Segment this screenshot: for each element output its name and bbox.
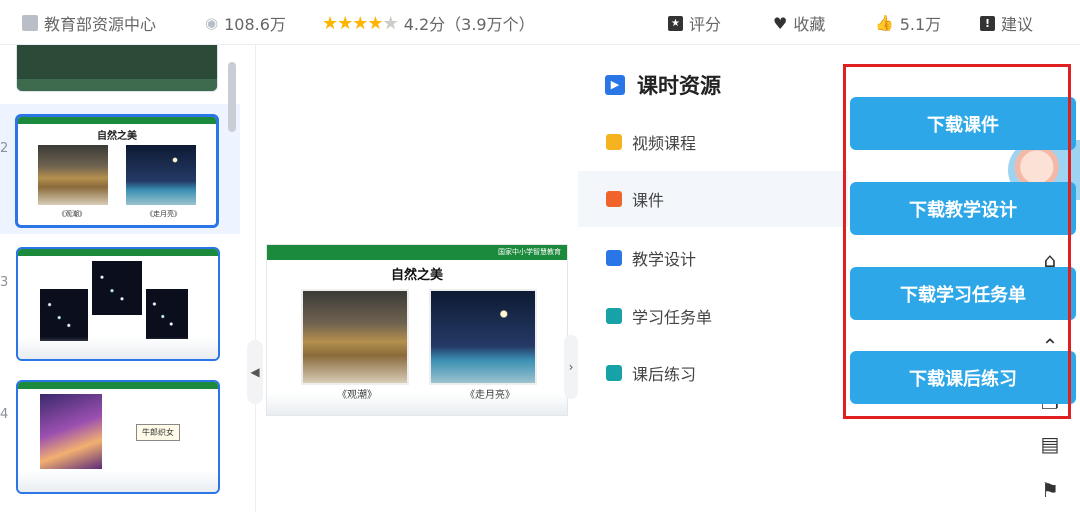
cowherd-weaver-image xyxy=(40,394,102,469)
tide-image xyxy=(301,289,409,385)
cloud-decoration xyxy=(18,470,218,492)
rating-text: 4.2分（3.9万个） xyxy=(403,15,535,34)
rate-label: 评分 xyxy=(689,15,722,34)
feedback-icon: ! xyxy=(980,15,995,31)
moon-walk-image xyxy=(429,289,537,385)
chevron-left-icon: ◀ xyxy=(250,365,260,379)
thumb-up-icon: 👍 xyxy=(875,14,894,32)
thumbnail-1[interactable] xyxy=(16,45,218,92)
document-icon[interactable]: ▤ xyxy=(1038,432,1062,456)
heart-icon: ♥ xyxy=(773,13,788,33)
thumbnail-3[interactable] xyxy=(16,247,220,361)
cloud-decoration xyxy=(267,393,567,415)
slide-header-bar xyxy=(18,117,216,124)
thumbnail-caption-2: 《走月亮》 xyxy=(146,210,181,218)
resource-item-label: 课后练习 xyxy=(632,365,697,384)
next-slide-button[interactable]: › xyxy=(564,335,578,399)
like-button[interactable]: 👍 5.1万 xyxy=(875,11,941,35)
galaxy-image xyxy=(40,289,88,341)
moon-walk-image xyxy=(126,145,196,205)
tools-icon xyxy=(606,250,622,266)
thumbnail-caption-1: 《观潮》 xyxy=(58,210,86,218)
building-icon xyxy=(22,15,38,31)
video-icon xyxy=(606,134,622,150)
thumbnail-title: 自然之美 xyxy=(97,131,137,142)
suggest-label: 建议 xyxy=(1001,15,1034,34)
source: 教育部资源中心 xyxy=(22,11,156,35)
slide-header-text: 国家中小学智慧教育 xyxy=(498,248,561,256)
star-half-icon: ★ xyxy=(382,12,399,34)
highlight-box xyxy=(843,64,1071,419)
thumbnail-list: 2 自然之美 《观潮》 《走月亮》 3 4 牛郎织女 xyxy=(0,45,240,512)
exercise-icon xyxy=(606,365,622,381)
star-icon: ★ xyxy=(352,12,368,34)
thumbnail-4[interactable]: 牛郎织女 xyxy=(16,380,220,494)
star-icon: ★ xyxy=(367,12,383,34)
slide-header-bar xyxy=(18,382,218,389)
clipboard-icon xyxy=(606,308,622,324)
chalkboard-image xyxy=(17,79,217,91)
resource-item-teaching-design[interactable]: 教学设计 xyxy=(578,230,848,286)
eye-icon: ◉ xyxy=(205,14,219,32)
source-label: 教育部资源中心 xyxy=(44,15,157,34)
resource-item-label: 课件 xyxy=(632,191,665,210)
divider xyxy=(255,45,256,512)
play-icon: ▶ xyxy=(605,75,625,95)
starfield-image xyxy=(92,261,142,315)
resource-item-task-sheet[interactable]: 学习任务单 xyxy=(578,288,848,344)
cloud-decoration xyxy=(18,337,218,359)
rating-stars: ★★★★★ xyxy=(322,12,399,34)
resource-title: 课时资源 xyxy=(637,74,721,98)
ppt-icon xyxy=(606,191,622,207)
thumbnail-number: 4 xyxy=(0,407,9,422)
thumbnail-number: 3 xyxy=(0,275,9,290)
resource-item-courseware[interactable]: 课件 xyxy=(578,171,848,227)
like-count: 5.1万 xyxy=(899,15,942,34)
views-count: 108.6万 xyxy=(224,15,286,34)
top-bar: 教育部资源中心 ◉ 108.6万 ★★★★★ 4.2分（3.9万个） ★ 评分 … xyxy=(0,0,1080,45)
prev-slide-button[interactable]: ◀ xyxy=(247,340,263,404)
resource-item-label: 学习任务单 xyxy=(632,308,713,327)
star-icon: ★ xyxy=(337,12,353,34)
feedback-icon[interactable]: ⚑ xyxy=(1038,478,1062,502)
thumbnail-number: 2 xyxy=(0,141,9,156)
rate-icon: ★ xyxy=(668,15,683,31)
resource-item-label: 视频课程 xyxy=(632,134,697,153)
resource-item-exercise[interactable]: 课后练习 xyxy=(578,345,848,401)
resource-header: ▶ 课时资源 xyxy=(605,70,721,100)
rating: ★★★★★ 4.2分（3.9万个） xyxy=(322,11,535,35)
favorite-button[interactable]: ♥ 收藏 xyxy=(773,11,825,35)
resource-item-video[interactable]: 视频课程 xyxy=(578,114,848,170)
thumbnail-2[interactable]: 自然之美 《观潮》 《走月亮》 xyxy=(15,114,219,228)
views: ◉ 108.6万 xyxy=(205,11,286,35)
chevron-right-icon: › xyxy=(568,360,574,374)
suggest-button[interactable]: ! 建议 xyxy=(980,11,1033,35)
slide-title: 自然之美 xyxy=(390,268,443,283)
tide-image xyxy=(38,145,108,205)
nebula-image xyxy=(146,289,188,339)
resource-item-label: 教学设计 xyxy=(632,250,697,269)
thumbnail-box-text: 牛郎织女 xyxy=(136,424,180,441)
slide-header-bar: 国家中小学智慧教育 xyxy=(267,245,567,260)
thumbnail-scrollbar[interactable] xyxy=(228,62,236,132)
slide-preview: 国家中小学智慧教育 自然之美 《观潮》 《走月亮》 xyxy=(266,244,568,416)
star-icon: ★ xyxy=(322,12,338,34)
slide-header-bar xyxy=(18,249,218,256)
rate-button[interactable]: ★ 评分 xyxy=(668,11,721,35)
favorite-label: 收藏 xyxy=(793,15,826,34)
